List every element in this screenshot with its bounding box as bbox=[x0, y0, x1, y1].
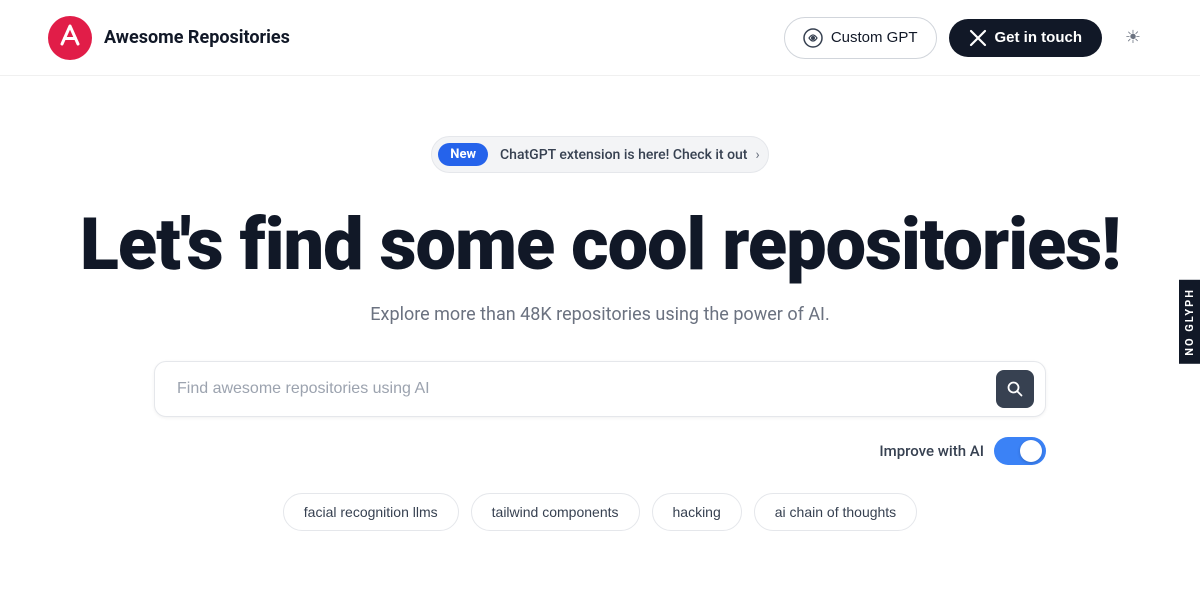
tag-chip[interactable]: facial recognition llms bbox=[283, 493, 459, 531]
sun-icon: ☀ bbox=[1125, 27, 1141, 48]
custom-gpt-button[interactable]: Custom GPT bbox=[784, 17, 937, 59]
custom-gpt-label: Custom GPT bbox=[831, 29, 918, 46]
tags-row: facial recognition llms tailwind componen… bbox=[283, 493, 917, 531]
announcement-banner[interactable]: New ChatGPT extension is here! Check it … bbox=[431, 136, 768, 173]
theme-toggle-button[interactable]: ☀ bbox=[1114, 19, 1152, 57]
x-twitter-icon bbox=[969, 29, 987, 47]
logo-icon bbox=[48, 16, 92, 60]
improve-ai-label: Improve with AI bbox=[879, 442, 984, 460]
chevron-right-icon: › bbox=[755, 147, 759, 163]
logo-text: Awesome Repositories bbox=[104, 27, 290, 48]
tag-chip[interactable]: ai chain of thoughts bbox=[754, 493, 917, 531]
chatgpt-icon bbox=[803, 28, 823, 48]
new-badge: New bbox=[438, 143, 488, 166]
search-icon bbox=[1007, 381, 1023, 397]
improve-ai-toggle[interactable] bbox=[994, 437, 1046, 465]
tag-chip[interactable]: hacking bbox=[652, 493, 742, 531]
hero-subtext: Explore more than 48K repositories using… bbox=[370, 304, 829, 325]
hero-heading: Let's find some cool repositories! bbox=[80, 205, 1120, 284]
get-in-touch-button[interactable]: Get in touch bbox=[949, 19, 1103, 57]
search-button[interactable] bbox=[996, 370, 1034, 408]
header-actions: Custom GPT Get in touch ☀ bbox=[784, 17, 1152, 59]
search-container bbox=[154, 361, 1046, 417]
announcement-text: ChatGPT extension is here! Check it out bbox=[500, 147, 747, 163]
toggle-slider bbox=[994, 437, 1046, 465]
header: Awesome Repositories Custom GPT Get in t… bbox=[0, 0, 1200, 76]
logo-area: Awesome Repositories bbox=[48, 16, 290, 60]
main-content: New ChatGPT extension is here! Check it … bbox=[0, 76, 1200, 531]
improve-ai-row: Improve with AI bbox=[154, 437, 1046, 465]
watermark: NO GLYPH bbox=[1179, 280, 1200, 364]
search-input[interactable] bbox=[154, 361, 1046, 417]
tag-chip[interactable]: tailwind components bbox=[471, 493, 640, 531]
get-in-touch-label: Get in touch bbox=[995, 29, 1083, 46]
